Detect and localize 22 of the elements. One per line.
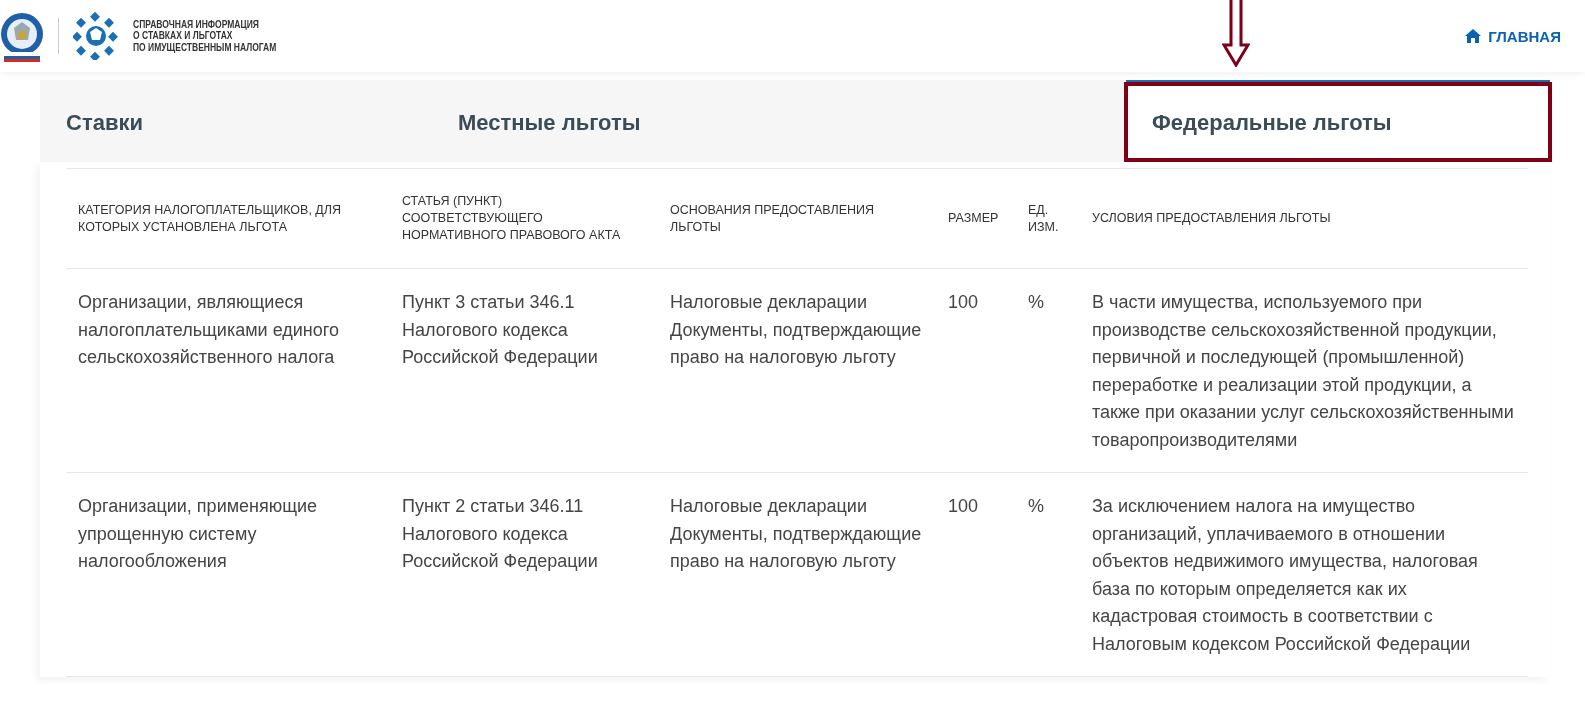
table-cell: Налоговые декларации Документы, подтверждающие право на налоговую льготу bbox=[658, 268, 936, 473]
table-cell: За исключением налога на имущество организаций, уплачиваемого в отношении объектов недвижимого имущества, налоговая база по которым определяется как их кадастровая стоимость в соответствии с Налоговым кодексом Российской Федерации bbox=[1080, 472, 1528, 677]
table-cell: Организации, являющиеся налогоплательщиками единого сельскохозяйственного налога bbox=[66, 268, 390, 473]
tab[interactable]: Ставки bbox=[40, 80, 432, 162]
column-header: ЕД. ИЗМ. bbox=[1016, 168, 1080, 269]
table-cell: 100 bbox=[936, 472, 1016, 677]
table-cell: В части имущества, используемого при производстве сельскохозяйственной продукции, первичной и последующей (промышленной) переработке и реализации этой продукции, а также при оказании услуг сельскохозяйственными товаропроизводителями bbox=[1080, 268, 1528, 473]
table-cell: Пункт 3 статьи 346.1 Налогового кодекса Российской Федерации bbox=[390, 268, 658, 473]
table-cell: Пункт 2 статьи 346.11 Налогового кодекса Российской Федерации bbox=[390, 472, 658, 677]
table-cell: % bbox=[1016, 472, 1080, 677]
tab[interactable]: Местные льготы bbox=[432, 80, 1126, 162]
table-cell: Организации, применяющие упрощенную систему налогообложения bbox=[66, 472, 390, 677]
column-header: СТАТЬЯ (ПУНКТ) СООТВЕТСТВУЮЩЕГО НОРМАТИВНОГО ПРАВОВОГО АКТА bbox=[390, 168, 658, 269]
column-header: УСЛОВИЯ ПРЕДОСТАВЛЕНИЯ ЛЬГОТЫ bbox=[1080, 168, 1528, 269]
site-title: СПРАВОЧНАЯ ИНФОРМАЦИЯ О СТАВКАХ И ЛЬГОТАХ ПО ИМУЩЕСТВЕННЫМ НАЛОГАМ bbox=[133, 18, 277, 54]
home-link[interactable]: ГЛАВНАЯ bbox=[1465, 27, 1561, 45]
table-cell: Налоговые декларации Документы, подтверждающие право на налоговую льготу bbox=[658, 472, 936, 677]
table-cell: 100 bbox=[936, 268, 1016, 473]
column-header: КАТЕГОРИЯ НАЛОГОПЛАТЕЛЬЩИКОВ, ДЛЯ КОТОРЫХ УСТАНОВЛЕНА ЛЬГОТА bbox=[66, 168, 390, 269]
table-cell: % bbox=[1016, 268, 1080, 473]
column-header: ОСНОВАНИЯ ПРЕДОСТАВЛЕНИЯ ЛЬГОТЫ bbox=[658, 168, 936, 269]
column-header: РАЗМЕР bbox=[936, 168, 1016, 269]
